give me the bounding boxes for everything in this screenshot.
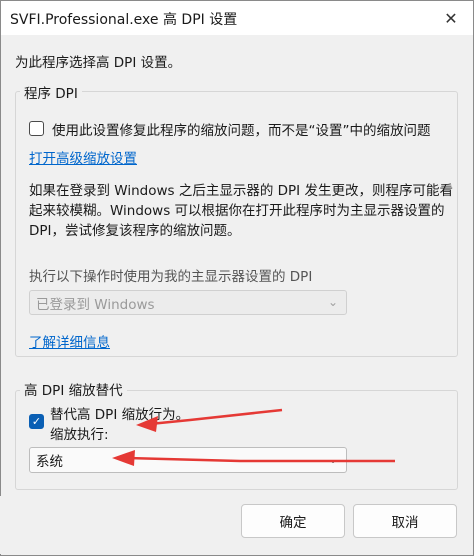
use-setting-checkbox[interactable] xyxy=(29,121,44,136)
cancel-button[interactable]: 取消 xyxy=(353,504,457,538)
title-bar: SVFI.Professional.exe 高 DPI 设置 ✕ xyxy=(1,1,473,35)
scaling-mode-select[interactable]: 系统 ⌄ xyxy=(29,447,347,473)
override-checkbox[interactable]: ✓ xyxy=(29,414,44,429)
close-icon[interactable]: ✕ xyxy=(429,1,473,35)
scaling-mode-select-value: 系统 xyxy=(36,454,63,470)
window-title: SVFI.Professional.exe 高 DPI 设置 xyxy=(10,12,238,28)
dpi-select-label: 执行以下操作时使用为我的主显示器设置的 DPI xyxy=(29,269,313,285)
learn-more-link[interactable]: 了解详细信息 xyxy=(29,331,110,351)
dpi-description: 如果在登录到 Windows 之后主显示器的 DPI 发生更改，则程序可能看起来… xyxy=(29,183,453,239)
scaling-performed-label: 缩放执行: xyxy=(50,427,109,443)
program-dpi-legend: 程序 DPI xyxy=(20,82,82,102)
intro-text: 为此程序选择高 DPI 设置。 xyxy=(15,55,182,71)
advanced-scaling-link[interactable]: 打开高级缩放设置 xyxy=(29,147,137,167)
override-legend: 高 DPI 缩放替代 xyxy=(20,379,127,399)
chevron-down-icon: ⌄ xyxy=(327,295,338,309)
dpi-timing-select-value: 已登录到 Windows xyxy=(36,296,155,313)
dpi-timing-select: 已登录到 Windows ⌄ xyxy=(29,290,347,315)
chevron-down-icon: ⌄ xyxy=(327,452,338,466)
override-label[interactable]: 替代高 DPI 缩放行为。 xyxy=(50,403,189,423)
ok-button[interactable]: 确定 xyxy=(241,504,345,538)
use-setting-label[interactable]: 使用此设置修复此程序的缩放问题，而不是“设置”中的缩放问题 xyxy=(52,119,431,139)
